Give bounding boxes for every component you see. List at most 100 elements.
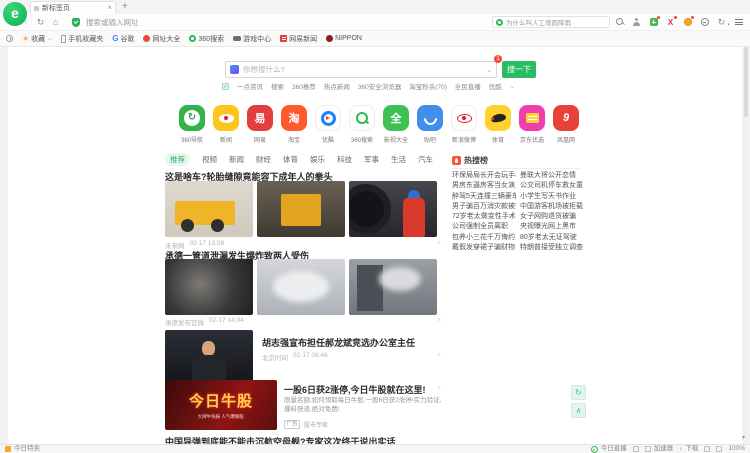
hot-search-item[interactable]: 小学生写天书作业 bbox=[520, 192, 584, 202]
search-tab[interactable]: 360安全浏览器 bbox=[358, 81, 401, 91]
bookmark-item-360-search[interactable]: 360搜索 bbox=[189, 34, 224, 44]
bookmark-item-favorites[interactable]: ★ 收藏 ⌄ bbox=[22, 34, 52, 44]
bookmark-item-nippon[interactable]: NIPPON bbox=[326, 35, 362, 42]
hot-search-item[interactable]: 男房东逼房客当女演员 bbox=[452, 181, 516, 191]
main-search-input[interactable] bbox=[243, 62, 482, 77]
check-icon[interactable]: ✓ bbox=[222, 83, 229, 90]
news-tab[interactable]: 体育 bbox=[283, 154, 298, 165]
screenshot-icon[interactable] bbox=[699, 17, 710, 28]
news-tab[interactable]: 视频 bbox=[202, 154, 217, 165]
search-tab[interactable]: 优酷 bbox=[489, 81, 502, 91]
hot-search-item[interactable]: 央视曝光网上黑市 bbox=[520, 222, 584, 232]
address-bar[interactable]: 搜索或输入网址 bbox=[86, 17, 139, 28]
home-icon[interactable]: ⌂ bbox=[51, 15, 60, 29]
search-tab[interactable]: 360推荐 bbox=[292, 81, 316, 91]
restore-session-icon[interactable]: ↻▾ bbox=[716, 17, 727, 28]
news-thumbnail[interactable] bbox=[349, 181, 437, 237]
dismiss-icon[interactable]: × bbox=[437, 385, 441, 392]
app-shortcut-weibo[interactable]: 新浪微博 bbox=[449, 105, 479, 144]
new-tab-button[interactable]: + bbox=[122, 1, 128, 12]
window-icon[interactable] bbox=[633, 446, 639, 452]
statusbar-download[interactable]: ↓ 下载 bbox=[679, 445, 698, 453]
search-tab[interactable]: 淘宝秒杀(70) bbox=[409, 81, 447, 91]
news-thumbnails[interactable] bbox=[165, 181, 437, 237]
dismiss-icon[interactable]: × bbox=[437, 240, 441, 247]
ad-banner[interactable]: 今日牛股 大牌牛快报 人气爆棚股 bbox=[165, 380, 277, 430]
user-icon[interactable] bbox=[631, 17, 642, 28]
app-shortcut-tieba[interactable]: 贴吧 bbox=[415, 105, 445, 144]
scrollbar-down-icon[interactable]: ▾ bbox=[742, 434, 745, 441]
app-shortcut-jd[interactable]: 京东优选 bbox=[517, 105, 547, 144]
news-thumbnail[interactable] bbox=[257, 259, 345, 315]
news-headline[interactable]: 胡志强宣布担任郝龙斌竞选办公室主任 bbox=[262, 336, 415, 349]
ad-headline[interactable]: 一股6日获2涨停,今日牛股就在这里! bbox=[284, 383, 426, 396]
hot-search-item[interactable]: 曼联大将公开恋情 bbox=[520, 171, 584, 181]
bookmark-item-mobile-favorites[interactable]: 手机收藏夹 bbox=[61, 34, 103, 44]
app-shortcut-youku[interactable]: 优酷 bbox=[313, 105, 343, 144]
news-tab[interactable]: 生活 bbox=[391, 154, 406, 165]
hot-search-item[interactable]: 醉驾5天连撞三辆豪车 bbox=[452, 192, 516, 202]
news-tab[interactable]: 娱乐 bbox=[310, 154, 325, 165]
hot-search-item[interactable]: 男子骗百万消灾款被捕 bbox=[452, 202, 516, 212]
news-tab[interactable]: 科技 bbox=[337, 154, 352, 165]
menu-icon[interactable] bbox=[733, 17, 744, 28]
app-shortcut-sports[interactable]: 体育 bbox=[483, 105, 513, 144]
statusbar-accelerator[interactable]: 加速器 bbox=[645, 445, 674, 453]
hot-search-item[interactable]: 中国游客机场被拒载 bbox=[520, 202, 584, 212]
app-shortcut-taobao[interactable]: 淘 淘宝 bbox=[279, 105, 309, 144]
history-button[interactable] bbox=[6, 35, 13, 42]
refresh-icon[interactable]: ↻ bbox=[36, 15, 45, 29]
change-skin-button[interactable]: ↻ bbox=[571, 385, 586, 400]
app-shortcut-360-search[interactable]: 360搜索 bbox=[347, 105, 377, 144]
chevron-down-icon[interactable]: ⌄ bbox=[510, 83, 515, 90]
tab-close-icon[interactable]: × bbox=[107, 4, 112, 12]
bookmark-item-game-center[interactable]: 游戏中心 bbox=[233, 34, 271, 44]
search-tab[interactable]: 一点资讯 bbox=[237, 81, 263, 91]
search-button[interactable]: 搜一下 bbox=[502, 61, 536, 78]
app-shortcut-ifeng[interactable]: 9 凤凰网 bbox=[551, 105, 581, 144]
news-tab[interactable]: 财经 bbox=[256, 154, 271, 165]
hot-search-item[interactable]: 80岁老太无证驾驶 bbox=[520, 233, 584, 243]
news-tab[interactable]: 新闻 bbox=[229, 154, 244, 165]
app-shortcut-360-nav[interactable]: ↻ 360导航 bbox=[177, 105, 207, 144]
bookmark-item-netease-news[interactable]: 网易新闻 bbox=[280, 34, 317, 44]
news-thumbnail[interactable] bbox=[165, 259, 253, 315]
hot-search-item[interactable]: 特朗普接受独立调查 bbox=[520, 243, 584, 253]
statusbar-live[interactable]: ▸ 今日直播 bbox=[591, 445, 627, 453]
scrollbar-thumb[interactable] bbox=[744, 47, 748, 117]
hot-search-item[interactable]: 72岁老太做变性手术 bbox=[452, 212, 516, 222]
zoom-level[interactable]: 100% bbox=[728, 445, 745, 453]
app-shortcut-movies[interactable]: 全 影视大全 bbox=[381, 105, 411, 144]
quick-search-query[interactable]: 为什么叫人工增雨降雨 bbox=[506, 17, 571, 27]
hot-search-item[interactable]: 环保局局长开会玩手机 bbox=[452, 171, 516, 181]
extensions-icon[interactable] bbox=[648, 17, 659, 28]
search-tab[interactable]: 搜索 bbox=[271, 81, 284, 91]
bookmark-item-site-directory[interactable]: 网址大全 bbox=[143, 34, 180, 44]
news-thumbnail[interactable] bbox=[349, 259, 437, 315]
statusbar-deals[interactable]: 今日特卖 bbox=[5, 445, 40, 453]
search-tab[interactable]: 全民直播 bbox=[455, 81, 481, 91]
search-engine-dropdown-icon[interactable]: ⌄ bbox=[486, 66, 492, 74]
browser-tab[interactable]: 新标签页 × bbox=[30, 1, 116, 14]
news-tab-recommended[interactable]: 推荐 bbox=[165, 153, 190, 166]
app-shortcut-news[interactable]: 新闻 bbox=[211, 105, 241, 144]
news-thumbnail[interactable] bbox=[165, 181, 253, 237]
app-shortcut-netease[interactable]: 易 网易 bbox=[245, 105, 275, 144]
bookmark-item-google[interactable]: G 谷歌 bbox=[112, 34, 134, 44]
hot-search-item[interactable]: 包养小三花千万悔约 bbox=[452, 233, 516, 243]
search-icon[interactable] bbox=[616, 18, 625, 27]
browser-logo-icon[interactable]: e bbox=[3, 2, 27, 26]
xunlei-download-icon[interactable]: X bbox=[665, 17, 676, 28]
back-to-top-button[interactable]: ∧ bbox=[571, 403, 586, 418]
hot-search-item[interactable]: 戴假发穿裙子骗财物 bbox=[452, 243, 516, 253]
search-tab[interactable]: 热点新闻 bbox=[324, 81, 350, 91]
wallet-icon[interactable] bbox=[682, 17, 693, 28]
news-tab[interactable]: 汽车 bbox=[418, 154, 433, 165]
dismiss-icon[interactable]: × bbox=[437, 352, 441, 359]
news-thumbnails[interactable] bbox=[165, 259, 437, 315]
quick-search-box[interactable]: 为什么叫人工增雨降雨 bbox=[492, 16, 610, 28]
news-tab[interactable]: 军事 bbox=[364, 154, 379, 165]
news-thumbnail[interactable] bbox=[257, 181, 345, 237]
hot-search-item[interactable]: 女子网购退货被骗 bbox=[520, 212, 584, 222]
hot-search-item[interactable]: 公交司机停车救女童 bbox=[520, 181, 584, 191]
